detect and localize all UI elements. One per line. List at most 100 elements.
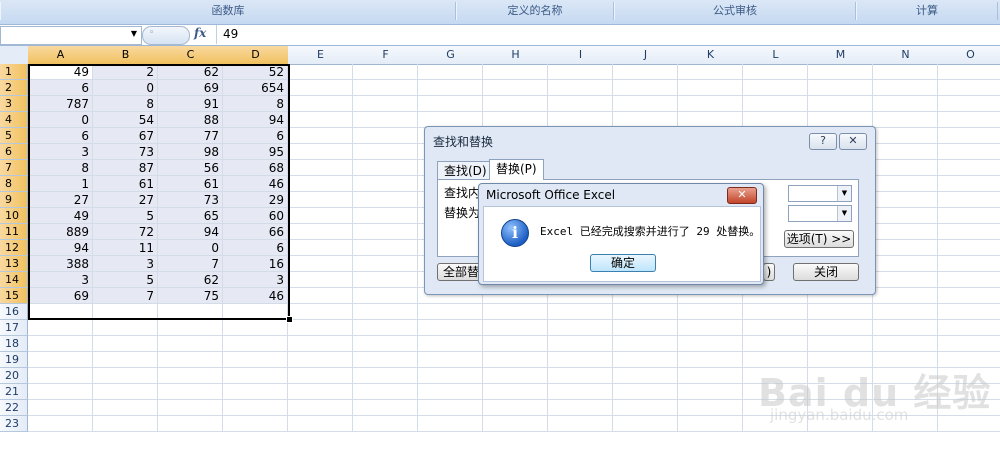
cell-o5[interactable] [938,128,1000,144]
column-header-f[interactable]: F [353,46,419,65]
cell-f1[interactable] [353,64,418,80]
cell-n2[interactable] [873,80,938,96]
cell-o1[interactable] [938,64,1000,80]
cell-g1[interactable] [418,64,483,80]
cell-n18[interactable] [873,336,938,352]
cell-c12[interactable]: 0 [158,240,223,256]
cell-b2[interactable]: 0 [93,80,158,96]
cell-b10[interactable]: 5 [93,208,158,224]
cell-n14[interactable] [873,272,938,288]
cell-h23[interactable] [483,416,548,432]
cell-c3[interactable]: 91 [158,96,223,112]
cell-a4[interactable]: 0 [28,112,93,128]
cell-e23[interactable] [288,416,353,432]
cell-f3[interactable] [353,96,418,112]
cell-c9[interactable]: 73 [158,192,223,208]
cell-b21[interactable] [93,384,158,400]
row-header[interactable]: 23 [0,416,28,432]
cell-a13[interactable]: 388 [28,256,93,272]
cell-d11[interactable]: 66 [223,224,288,240]
row-header[interactable]: 10 [0,208,28,224]
cell-g2[interactable] [418,80,483,96]
cell-d6[interactable]: 95 [223,144,288,160]
cell-e9[interactable] [288,192,353,208]
cell-k16[interactable] [678,304,743,320]
cell-k3[interactable] [678,96,743,112]
cell-e13[interactable] [288,256,353,272]
cell-f21[interactable] [353,384,418,400]
column-header-o[interactable]: O [938,46,1000,65]
cell-f9[interactable] [353,192,418,208]
cell-b3[interactable]: 8 [93,96,158,112]
cell-f22[interactable] [353,400,418,416]
tab-find[interactable]: 查找(D) [437,161,494,180]
ok-button[interactable]: 确定 [590,254,656,272]
cell-e21[interactable] [288,384,353,400]
cell-g3[interactable] [418,96,483,112]
cell-l17[interactable] [743,320,808,336]
cell-i18[interactable] [548,336,613,352]
cell-l18[interactable] [743,336,808,352]
cell-f17[interactable] [353,320,418,336]
cell-b12[interactable]: 11 [93,240,158,256]
cell-g19[interactable] [418,352,483,368]
cell-a8[interactable]: 1 [28,176,93,192]
column-header-g[interactable]: G [418,46,484,65]
cell-n5[interactable] [873,128,938,144]
cell-f11[interactable] [353,224,418,240]
cell-h1[interactable] [483,64,548,80]
cell-a22[interactable] [28,400,93,416]
cell-b23[interactable] [93,416,158,432]
ribbon-group-formula-auditing[interactable]: 公式审核 [614,2,856,20]
cell-o6[interactable] [938,144,1000,160]
select-all-corner[interactable] [0,46,29,65]
cell-a11[interactable]: 889 [28,224,93,240]
cell-m18[interactable] [808,336,873,352]
row-header[interactable]: 6 [0,144,28,160]
cell-f5[interactable] [353,128,418,144]
cell-d15[interactable]: 46 [223,288,288,304]
column-header-d[interactable]: D [223,46,289,65]
cell-f23[interactable] [353,416,418,432]
column-header-m[interactable]: M [808,46,874,65]
cell-f13[interactable] [353,256,418,272]
cell-k21[interactable] [678,384,743,400]
cell-f4[interactable] [353,112,418,128]
cell-i20[interactable] [548,368,613,384]
cell-j3[interactable] [613,96,678,112]
cell-c19[interactable] [158,352,223,368]
cell-b15[interactable]: 7 [93,288,158,304]
cell-b13[interactable]: 3 [93,256,158,272]
cell-f2[interactable] [353,80,418,96]
cell-a17[interactable] [28,320,93,336]
cell-b22[interactable] [93,400,158,416]
cell-j1[interactable] [613,64,678,80]
cell-k18[interactable] [678,336,743,352]
column-header-e[interactable]: E [288,46,354,65]
cell-l3[interactable] [743,96,808,112]
cell-d16[interactable] [223,304,288,320]
find-next-button[interactable]: ) [763,263,775,281]
row-header[interactable]: 7 [0,160,28,176]
cell-a21[interactable] [28,384,93,400]
row-header[interactable]: 8 [0,176,28,192]
cell-f14[interactable] [353,272,418,288]
help-button[interactable]: ? [809,133,837,150]
cell-j20[interactable] [613,368,678,384]
cell-h16[interactable] [483,304,548,320]
cell-o9[interactable] [938,192,1000,208]
cell-j21[interactable] [613,384,678,400]
cell-j23[interactable] [613,416,678,432]
cell-a23[interactable] [28,416,93,432]
cell-b18[interactable] [93,336,158,352]
cell-h18[interactable] [483,336,548,352]
cell-i2[interactable] [548,80,613,96]
cell-d20[interactable] [223,368,288,384]
cell-g23[interactable] [418,416,483,432]
cell-e15[interactable] [288,288,353,304]
cell-d5[interactable]: 6 [223,128,288,144]
cell-c10[interactable]: 65 [158,208,223,224]
cell-e22[interactable] [288,400,353,416]
cell-e1[interactable] [288,64,353,80]
cell-d10[interactable]: 60 [223,208,288,224]
